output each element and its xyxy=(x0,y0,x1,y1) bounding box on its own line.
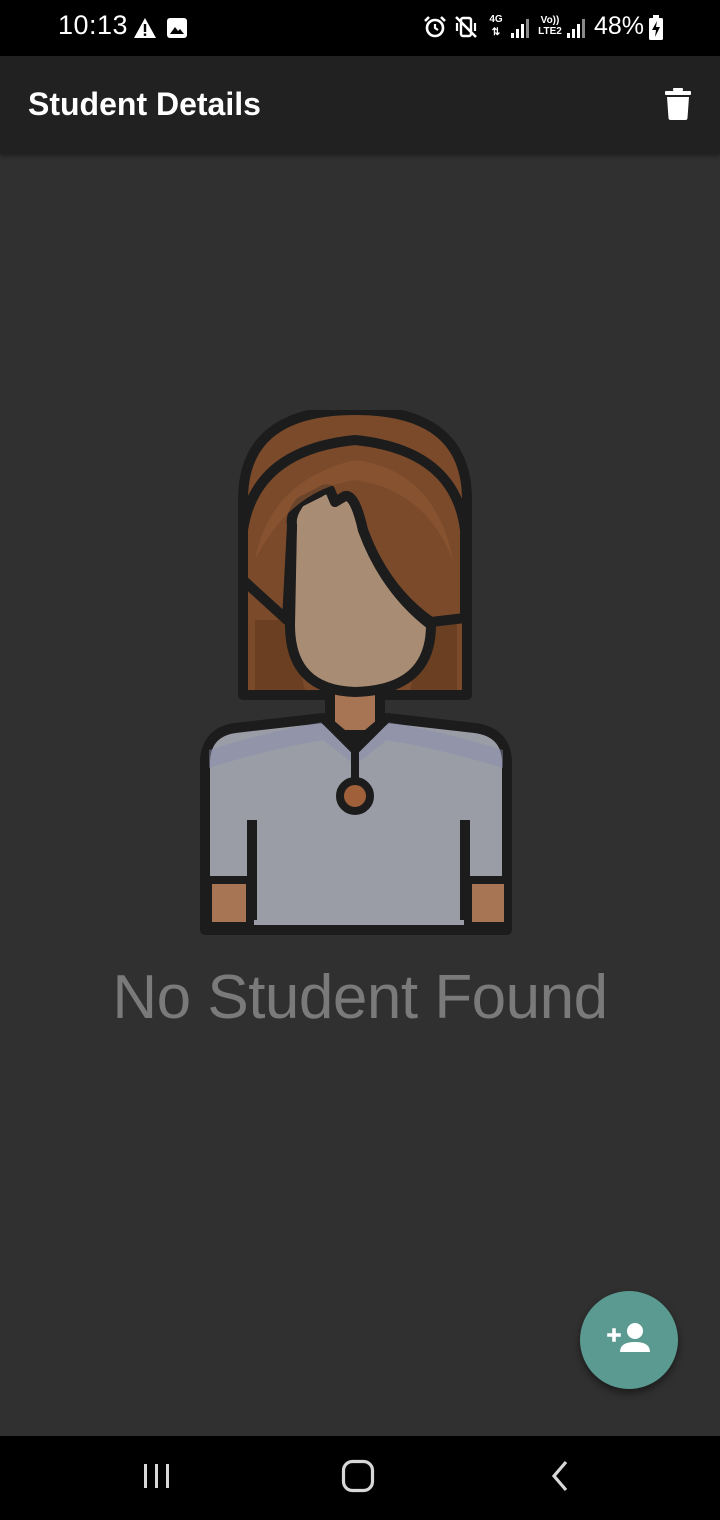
app-bar: Student Details xyxy=(0,56,720,154)
recents-button[interactable] xyxy=(125,1454,189,1502)
navigation-bar xyxy=(0,1436,720,1520)
add-student-button[interactable] xyxy=(580,1291,678,1389)
status-time: 10:13 xyxy=(58,10,129,40)
image-icon xyxy=(167,18,187,43)
volte-label: Vo)) xyxy=(540,15,560,26)
warning-icon xyxy=(133,17,157,44)
battery-charging-icon xyxy=(648,15,664,46)
delete-icon xyxy=(665,87,691,125)
screen: 10:13 4G ⇅ Vo)) LTE2 48% Student Details… xyxy=(0,0,720,1520)
back-icon xyxy=(549,1460,571,1497)
home-icon xyxy=(341,1459,375,1498)
signal-icon-2 xyxy=(566,17,588,44)
empty-state-message: No Student Found xyxy=(112,963,608,1032)
status-bar: 10:13 4G ⇅ Vo)) LTE2 48% xyxy=(0,0,720,56)
network-4g-label: 4G xyxy=(489,14,503,25)
home-button[interactable] xyxy=(326,1454,390,1502)
lte2-label: LTE2 xyxy=(538,26,562,37)
back-button[interactable] xyxy=(528,1454,592,1502)
battery-percent: 48% xyxy=(594,12,645,40)
vibrate-icon xyxy=(454,15,478,44)
alarm-icon xyxy=(423,15,447,44)
data-arrows-icon: ⇅ xyxy=(491,27,501,38)
delete-button[interactable] xyxy=(650,82,706,130)
signal-icon xyxy=(510,17,532,44)
recents-icon xyxy=(142,1462,172,1495)
student-avatar-illustration xyxy=(195,405,525,936)
add-person-icon xyxy=(607,1322,651,1359)
page-title: Student Details xyxy=(28,86,261,122)
